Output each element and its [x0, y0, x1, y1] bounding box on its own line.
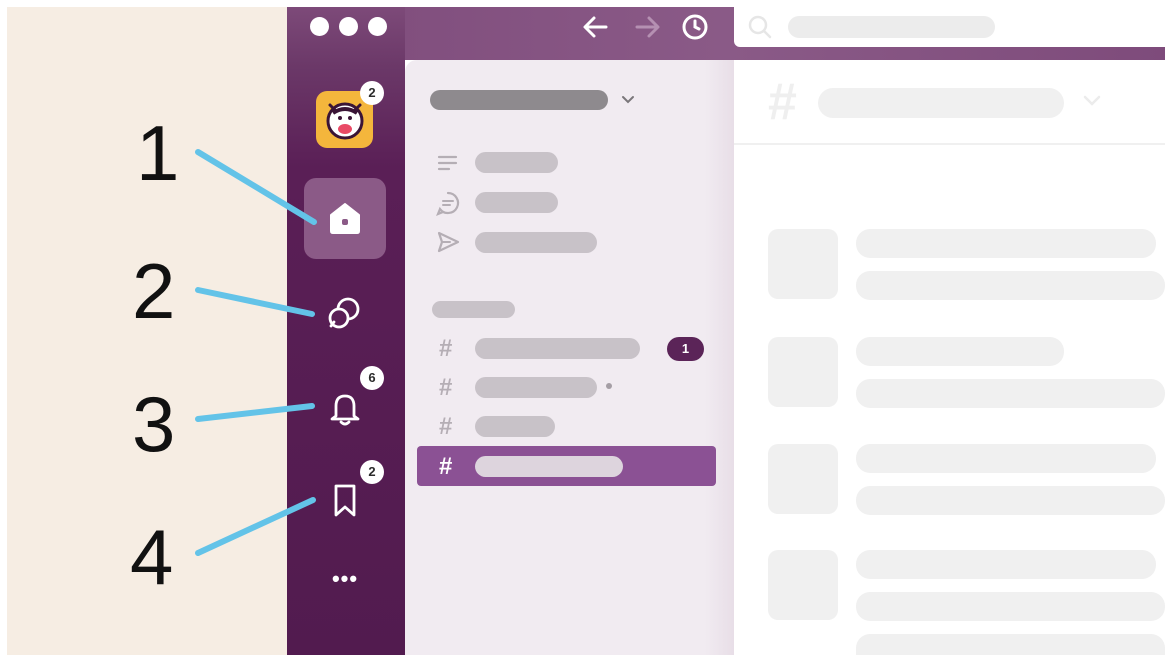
channel-item[interactable]: [475, 338, 640, 359]
selected-channel-name: [475, 456, 623, 477]
channel-hash-icon: #: [439, 374, 453, 401]
search-placeholder: [788, 16, 995, 38]
message-line-placeholder: [856, 486, 1165, 515]
message-line-placeholder: [856, 634, 1165, 655]
workspace-name-placeholder[interactable]: [430, 90, 608, 110]
history-clock-icon[interactable]: [678, 10, 712, 44]
message-line-placeholder: [856, 379, 1165, 408]
callout-number-2: 2: [132, 247, 176, 335]
message-line-placeholder: [856, 550, 1156, 579]
channel-header-hash-icon: #: [768, 73, 797, 131]
callout-number-1: 1: [136, 109, 180, 197]
channel-item[interactable]: [475, 416, 555, 437]
nav-item-drafts[interactable]: [475, 232, 597, 253]
channel-hash-icon: #: [439, 335, 453, 362]
back-arrow-icon[interactable]: [579, 10, 613, 44]
message-line-placeholder: [856, 444, 1156, 473]
avatar[interactable]: [768, 444, 838, 514]
more-button[interactable]: •••: [323, 566, 367, 592]
nav-item-huddles[interactable]: [475, 192, 558, 213]
forward-arrow-icon[interactable]: [630, 10, 664, 44]
message-line-placeholder: [856, 592, 1165, 621]
unread-dot: [606, 383, 612, 389]
huddle-chat-icon: [436, 191, 460, 216]
send-arrow-icon: [437, 231, 460, 253]
channel-hash-icon: #: [439, 413, 453, 440]
unread-count-badge: 1: [667, 337, 704, 361]
window-control-dot[interactable]: [339, 17, 358, 36]
header-divider: [734, 143, 1165, 145]
channels-section-header[interactable]: [432, 301, 515, 318]
sidebar-edge-shade: [705, 60, 734, 655]
channel-item[interactable]: [475, 377, 597, 398]
nav-item-threads[interactable]: [475, 152, 558, 173]
channel-title-placeholder[interactable]: [818, 88, 1064, 118]
message-line-placeholder: [856, 229, 1156, 258]
window-control-dot[interactable]: [368, 17, 387, 36]
avatar[interactable]: [768, 337, 838, 407]
callout-number-3: 3: [132, 380, 176, 468]
bookmark-icon[interactable]: [330, 482, 360, 520]
search-icon: [748, 15, 772, 39]
chevron-down-icon[interactable]: [614, 86, 642, 114]
message-line-placeholder: [856, 271, 1165, 300]
workspace-badge: 2: [360, 81, 384, 105]
threads-lines-icon: [437, 155, 458, 171]
home-icon: [330, 203, 360, 234]
slack-navigation-illustration: 2 6 2 ••• # 1 # # # # 1 2 3 4: [0, 0, 1165, 655]
dms-chat-icon[interactable]: [325, 294, 365, 332]
bell-icon[interactable]: [326, 388, 364, 428]
avatar[interactable]: [768, 550, 838, 620]
window-control-dot[interactable]: [310, 17, 329, 36]
message-line-placeholder: [856, 337, 1064, 366]
avatar[interactable]: [768, 229, 838, 299]
callout-number-4: 4: [130, 513, 174, 601]
chevron-down-icon[interactable]: [1077, 86, 1107, 116]
later-badge: 2: [360, 460, 384, 484]
activity-badge: 6: [360, 366, 384, 390]
channel-hash-icon: #: [439, 453, 453, 480]
